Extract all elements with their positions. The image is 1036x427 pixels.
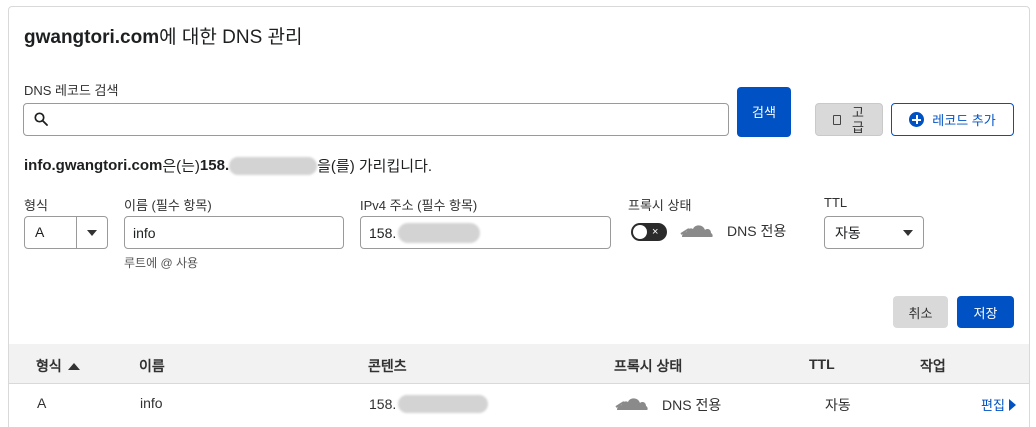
sort-ascending-icon [67,362,80,370]
proxy-status-text: DNS 전용 [727,223,787,239]
ipv4-input-value: 158. [369,224,397,241]
type-select[interactable]: A [24,216,108,249]
plus-circle-icon [909,112,925,127]
chevron-down-icon [903,229,913,236]
row-content: 158. [369,395,489,413]
ipv4-label: IPv4 주소 (필수 항목) [360,198,478,213]
search-button[interactable]: 검색 [737,87,791,137]
page-title: gwangtori.com에 대한 DNS 관리 [24,22,302,49]
ttl-select-value: 자동 [835,224,861,241]
search-field[interactable] [23,103,729,136]
redacted-ip-blur [398,222,481,243]
name-input[interactable]: info [124,216,344,249]
advanced-button[interactable]: 고급 [815,103,883,136]
cloud-icon [615,398,648,410]
row-type: A [37,395,47,411]
type-select-toggle[interactable] [77,217,107,248]
ttl-select[interactable]: 자동 [824,216,924,249]
search-icon [34,112,48,126]
advanced-button-label: 고급 [852,104,864,135]
summary-host: info.gwangtori.com [24,157,163,174]
caret-right-icon [1008,398,1016,411]
column-header-type-label: 형식 [36,358,62,374]
row-proxy-status: DNS 전용 [662,397,722,413]
add-record-button-label: 레코드 추가 [932,113,996,128]
records-table-header: 형식 이름 콘텐츠 프록시 상태 TTL 작업 [9,344,1029,384]
toggle-knob [633,225,647,239]
ttl-label: TTL [824,195,848,210]
column-header-name[interactable]: 이름 [139,356,165,376]
table-row[interactable]: A info 158. DNS 전용 자동 편집 [9,385,1029,421]
row-ttl: 자동 [825,397,851,413]
close-icon: × [652,226,659,238]
cloud-icon [680,225,713,237]
save-button[interactable]: 저장 [957,296,1014,328]
proxy-label: 프록시 상태 [628,198,692,213]
redacted-ip-blur [398,395,489,413]
name-label: 이름 (필수 항목) [124,198,212,213]
summary-mid: 은(는) [162,158,200,175]
type-select-value: A [25,217,77,248]
name-input-value: info [133,224,156,241]
search-label: DNS 레코드 검색 [24,83,119,98]
document-icon [833,114,841,125]
edit-link[interactable]: 편집 [981,395,1016,414]
row-name: info [140,395,163,411]
page-title-suffix: 에 대한 DNS 관리 [159,27,303,48]
chevron-down-icon [87,229,97,236]
column-header-content[interactable]: 콘텐츠 [368,356,407,376]
page-title-domain: gwangtori.com [24,27,160,48]
search-input[interactable] [58,108,718,132]
column-header-action: 작업 [920,358,946,374]
edit-link-label: 편집 [981,398,1005,413]
column-header-proxy[interactable]: 프록시 상태 [614,356,682,376]
cancel-button[interactable]: 취소 [893,296,948,328]
type-label: 형식 [24,198,48,213]
redacted-ip-blur [229,156,318,175]
row-content-value: 158. [369,396,397,412]
ipv4-input[interactable]: 158. [360,216,611,249]
column-header-type[interactable]: 형식 [36,356,80,376]
add-record-button[interactable]: 레코드 추가 [891,103,1014,136]
summary-suffix: 을(를) 가리킵니다. [317,158,433,175]
column-header-ttl[interactable]: TTL [809,356,835,372]
name-hint: 루트에 @ 사용 [124,256,199,270]
proxy-toggle[interactable]: × [631,223,667,241]
summary-ip: 158. [199,157,230,174]
record-summary: info.gwangtori.com 은(는) 158. 을(를) 가리킵니다. [24,155,432,176]
